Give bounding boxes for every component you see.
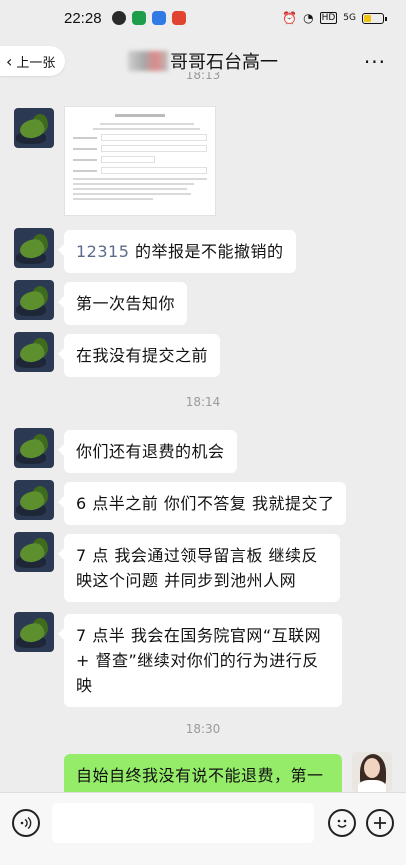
timestamp: 18:14	[185, 395, 221, 409]
wifi-icon: ◔	[303, 11, 314, 25]
avatar[interactable]	[14, 428, 54, 468]
message-bubble[interactable]: 第一次告知你	[57, 282, 188, 325]
avatar[interactable]	[14, 108, 54, 148]
timestamp: 18:30	[185, 722, 221, 736]
signal-label: 5G	[343, 13, 356, 23]
timestamp: 18:13	[185, 72, 221, 82]
emoji-icon[interactable]	[328, 809, 356, 837]
status-bar: 22:28 ⏰ ◔ HD 5G	[0, 0, 406, 36]
chevron-left-icon: ‹	[6, 51, 13, 71]
avatar[interactable]	[14, 532, 54, 572]
battery-icon	[362, 12, 387, 24]
input-bar	[0, 792, 406, 865]
notes-app-icon	[131, 11, 146, 25]
more-icon[interactable]: ···	[364, 50, 386, 74]
message-bubble[interactable]: 7 点 我会通过领导留言板 继续反映这个问题 并同步到池州人网	[58, 534, 340, 602]
alarm-icon: ⏰	[282, 11, 298, 25]
message-bubble[interactable]: 12315 的举报是不能撤销的	[58, 230, 296, 273]
chat-title: 哥哥石台高一	[128, 48, 278, 74]
message-bubble[interactable]: 7 点半 我会在国务院官网“互联网 + 督查”继续对你们的行为进行反映	[58, 614, 342, 707]
message-bubble[interactable]: 6 点半之前 你们不答复 我就提交了	[57, 482, 347, 525]
avatar[interactable]	[14, 480, 54, 520]
chat-area[interactable]: 18:13 12315 的举报是不能撤销的 第一次告知你 在我没有提交之前 18…	[0, 72, 406, 792]
avatar[interactable]	[14, 332, 54, 372]
message-bubble[interactable]: 你们还有退费的机会	[58, 430, 237, 473]
message-input[interactable]	[52, 803, 314, 843]
avatar[interactable]	[14, 612, 54, 652]
status-right: ⏰ ◔ HD 5G	[282, 11, 387, 25]
wechat-app-icon	[111, 11, 126, 25]
hd-icon: HD	[319, 12, 338, 24]
status-time: 22:28	[64, 9, 102, 27]
app-icon	[151, 11, 166, 25]
red-app-icon	[171, 11, 186, 25]
phone-number-link[interactable]: 12315	[76, 242, 129, 261]
self-avatar[interactable]	[352, 752, 392, 792]
voice-icon[interactable]	[12, 809, 40, 837]
image-message[interactable]	[64, 106, 216, 216]
blurred-name	[128, 51, 168, 71]
avatar[interactable]	[14, 228, 54, 268]
message-bubble[interactable]: 在我没有提交之前	[57, 334, 221, 377]
avatar[interactable]	[14, 280, 54, 320]
back-label: 上一张	[16, 55, 56, 71]
plus-icon[interactable]	[366, 809, 394, 837]
chat-title-text: 哥哥石台高一	[170, 52, 278, 73]
message-bubble-self[interactable]: 自始自终我没有说不能退费，第一	[64, 754, 342, 792]
